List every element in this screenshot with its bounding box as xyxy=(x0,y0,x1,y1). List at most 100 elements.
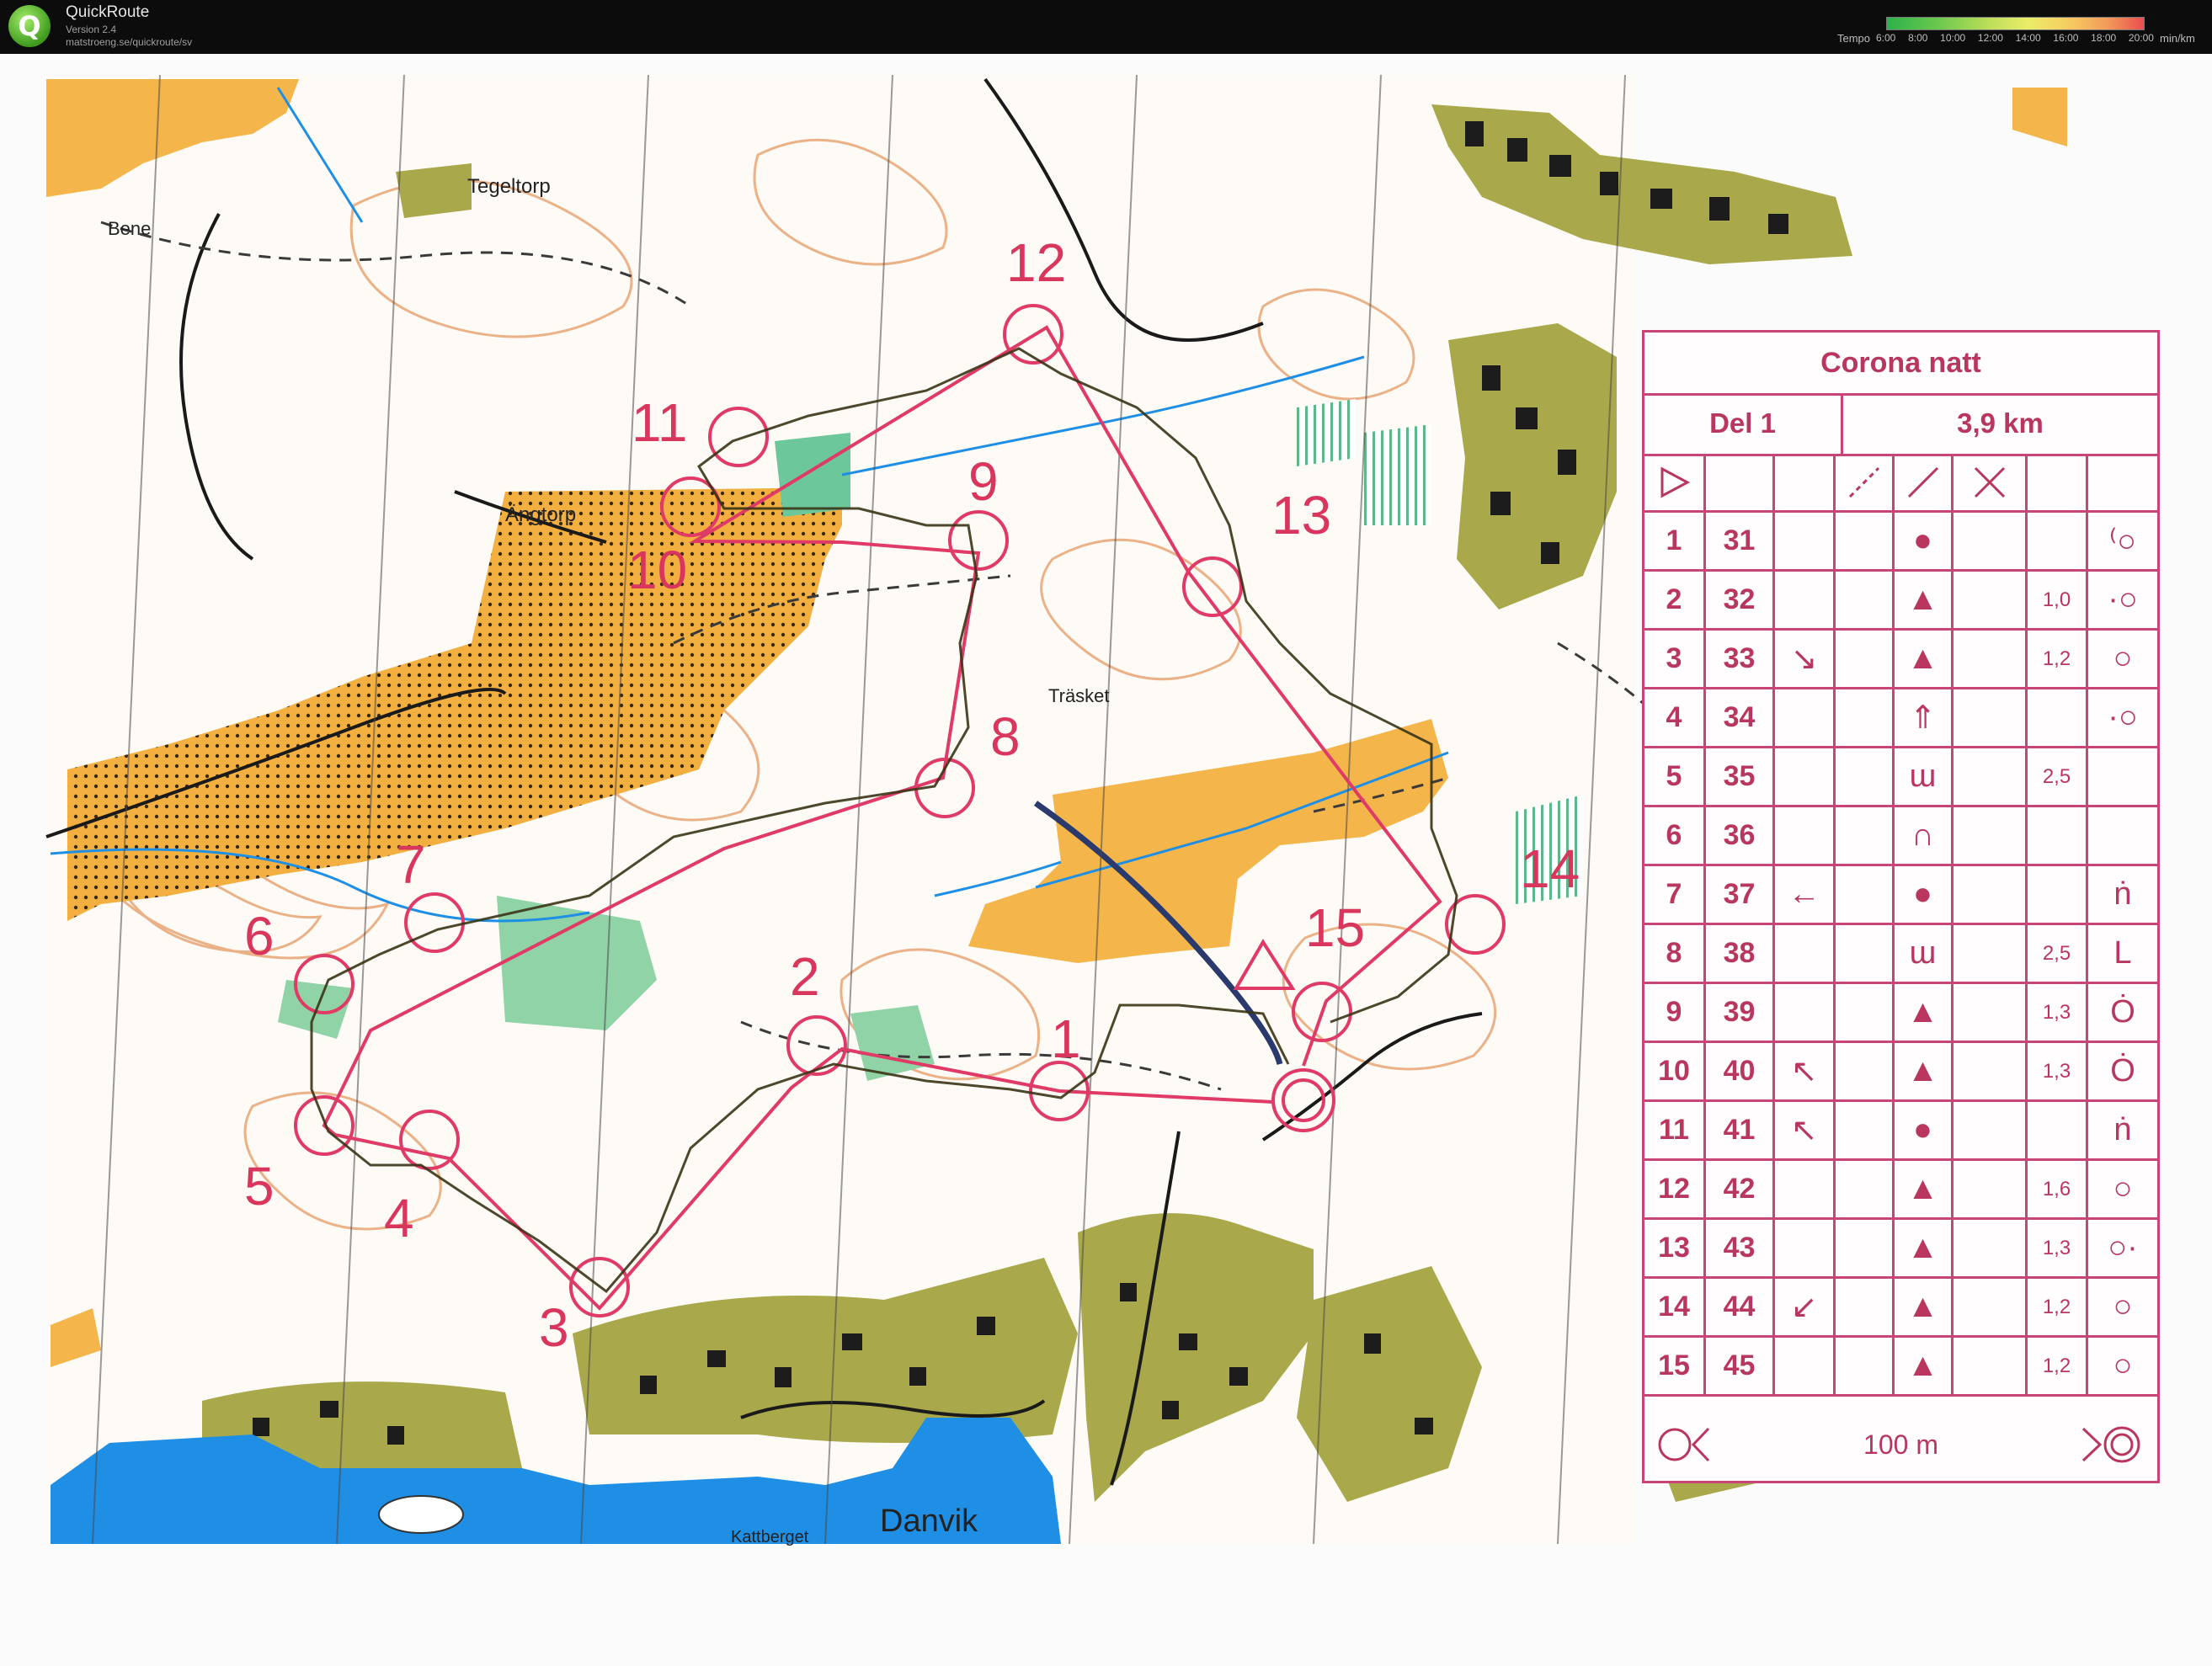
tegeltorp-field xyxy=(396,163,472,218)
control-code: 31 xyxy=(1706,513,1775,569)
dimension: 1,6 xyxy=(2028,1161,2088,1217)
feature-symbol: ▲ xyxy=(1895,572,1953,628)
control-row: 7 37 ← ● ṅ xyxy=(1644,866,2157,925)
empty-cell xyxy=(1836,1161,1895,1217)
control-number: 7 xyxy=(396,834,426,895)
dimension xyxy=(2028,1102,2088,1158)
feature-symbol: ▲ xyxy=(1895,1220,1953,1276)
empty-cell xyxy=(1836,689,1895,746)
control-code: 32 xyxy=(1706,572,1775,628)
control-row: 11 41 ↖ ● ṅ xyxy=(1644,1102,2157,1161)
control-description-sheet: Corona natt Del 1 3,9 km 1 31 ● ⁽○ 2 32 … xyxy=(1642,330,2160,1483)
tempo-tick: 10:00 xyxy=(1940,32,1966,44)
feature-symbol: ▲ xyxy=(1895,1043,1953,1099)
finish-start-icon xyxy=(1658,1427,1710,1462)
empty-cell xyxy=(1953,631,2028,687)
tempo-tick: 20:00 xyxy=(2128,32,2154,44)
dimension: 1,3 xyxy=(2028,1220,2088,1276)
control-code: 39 xyxy=(1706,984,1775,1041)
crossing-icon xyxy=(1895,454,1953,510)
quickroute-logo-icon: Q xyxy=(8,5,51,47)
control-number: 2 xyxy=(790,946,820,1007)
location-symbol: ○ xyxy=(2113,1289,2133,1324)
direction-symbol: ↘ xyxy=(1775,631,1836,687)
feature-symbol: ▲ xyxy=(1895,1338,1953,1394)
tempo-unit: min/km xyxy=(2160,32,2195,45)
course-title: Corona natt xyxy=(1644,333,2157,396)
control-sequence: 15 xyxy=(1644,1338,1706,1394)
empty-cell xyxy=(1836,572,1895,628)
control-row: 10 40 ↖ ▲ 1,3 Ȯ xyxy=(1644,1043,2157,1102)
empty-cell xyxy=(1953,689,2028,746)
empty-cell xyxy=(1953,1279,2028,1335)
control-row: 13 43 ▲ 1,3 ○· xyxy=(1644,1220,2157,1279)
feature-symbol: ▲ xyxy=(1895,1279,1953,1335)
empty-cell xyxy=(1836,1043,1895,1099)
location-symbol: ·○ xyxy=(2108,582,2138,617)
location-symbol: ○ xyxy=(2113,1348,2133,1383)
location-symbol: ○ xyxy=(2113,641,2133,676)
empty-cell xyxy=(2088,454,2157,510)
empty-cell xyxy=(1953,572,2028,628)
control-sequence: 3 xyxy=(1644,631,1706,687)
control-number: 5 xyxy=(244,1156,275,1216)
empty-cell xyxy=(1836,807,1895,864)
direction-symbol xyxy=(1775,1161,1836,1217)
app-name: QuickRoute xyxy=(66,3,150,21)
control-code: 37 xyxy=(1706,866,1775,923)
empty-cell xyxy=(1953,1338,2028,1394)
control-row: 12 42 ▲ 1,6 ○ xyxy=(1644,1161,2157,1220)
feature-symbol: ● xyxy=(1895,866,1953,923)
feature-symbol: ● xyxy=(1895,513,1953,569)
control-sequence: 1 xyxy=(1644,513,1706,569)
app-url[interactable]: matstroeng.se/quickroute/sv xyxy=(66,36,192,48)
empty-cell xyxy=(1953,748,2028,805)
control-code: 38 xyxy=(1706,925,1775,982)
control-number: 3 xyxy=(539,1297,569,1358)
control-number: 8 xyxy=(990,706,1021,767)
direction-symbol xyxy=(1775,925,1836,982)
tempo-tick: 12:00 xyxy=(1977,32,2003,44)
junction-icon xyxy=(1953,454,2028,510)
feature-symbol: ɯ xyxy=(1895,925,1953,982)
control-number: 15 xyxy=(1305,897,1365,958)
control-code: 36 xyxy=(1706,807,1775,864)
tempo-tick: 14:00 xyxy=(2015,32,2041,44)
control-sequence: 5 xyxy=(1644,748,1706,805)
control-number: 11 xyxy=(632,392,687,453)
control-number: 6 xyxy=(244,906,275,966)
location-symbol: Ȯ xyxy=(2110,1053,2135,1088)
control-row: 1 31 ● ⁽○ xyxy=(1644,513,2157,572)
control-row: 8 38 ɯ 2,5 L xyxy=(1644,925,2157,984)
control-number: 9 xyxy=(968,451,999,512)
direction-symbol: ← xyxy=(1775,866,1836,923)
empty-cell xyxy=(2028,454,2088,510)
location-symbol: ⁽○ xyxy=(2108,524,2137,559)
feature-symbol: ● xyxy=(1895,1102,1953,1158)
feature-symbol: ▲ xyxy=(1895,984,1953,1041)
control-code: 33 xyxy=(1706,631,1775,687)
empty-cell xyxy=(1836,866,1895,923)
ford-icon xyxy=(1836,454,1895,510)
dimension: 1,3 xyxy=(2028,984,2088,1041)
tempo-color-scale xyxy=(1886,17,2145,30)
quickroute-header: Q QuickRoute Version 2.4 matstroeng.se/q… xyxy=(0,0,2212,54)
dimension: 1,2 xyxy=(2028,1338,2088,1394)
control-sequence: 9 xyxy=(1644,984,1706,1041)
start-row xyxy=(1644,454,2157,513)
direction-symbol: ↙ xyxy=(1775,1279,1836,1335)
control-sequence: 8 xyxy=(1644,925,1706,982)
control-number: 12 xyxy=(1006,232,1066,293)
tempo-ticks: 6:00 8:00 10:00 12:00 14:00 16:00 18:00 20:00 xyxy=(1876,32,2154,44)
direction-symbol xyxy=(1775,807,1836,864)
control-sequence: 7 xyxy=(1644,866,1706,923)
empty-cell xyxy=(1836,631,1895,687)
app-version: Version 2.4 xyxy=(66,24,117,35)
finish-row: 100 m xyxy=(1644,1408,2157,1481)
feature-symbol: ▲ xyxy=(1895,631,1953,687)
empty-cell xyxy=(1836,925,1895,982)
leg-header-row: Del 1 3,9 km xyxy=(1644,393,2157,456)
open-land-ne xyxy=(2012,88,2067,146)
orienteering-map[interactable]: Tegeltorp Bene Ängtorp Träsket Kattberge… xyxy=(0,54,2212,1666)
feature-symbol: ɯ xyxy=(1895,748,1953,805)
